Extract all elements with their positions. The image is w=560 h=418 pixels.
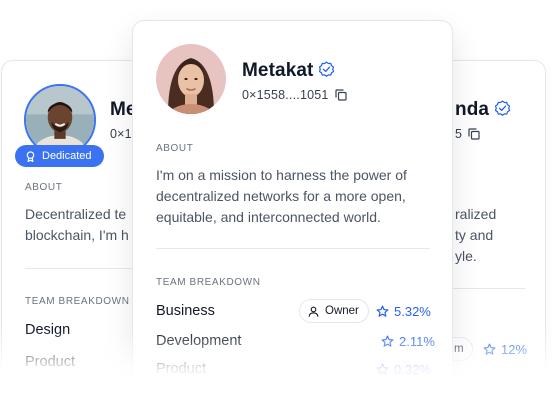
about-label-left: ABOUT: [25, 182, 63, 193]
person-photo-icon: [156, 44, 226, 114]
profile-name-metakat: Metakat: [242, 60, 335, 82]
profile-name-text: Metakat: [242, 60, 314, 81]
person-photo-icon: [26, 86, 94, 154]
team-label-left: TEAM BREAKDOWN: [25, 296, 130, 307]
wallet-address-left: 0×1: [110, 127, 132, 141]
user-icon: [308, 306, 319, 317]
about-label: ABOUT: [156, 143, 194, 154]
owner-role-label: Owner: [325, 305, 359, 317]
team-item-design: Design: [25, 322, 71, 338]
percent-value: 2.11%: [399, 334, 435, 349]
wallet-address-text: 0×1558....1051: [242, 88, 329, 102]
team-item-product: Product: [25, 354, 75, 370]
verified-badge-icon: [319, 61, 335, 77]
about-line: ralized: [455, 206, 497, 222]
copy-icon[interactable]: [334, 89, 347, 101]
percent-business: 5.32%: [376, 304, 431, 319]
team-breakdown-label: TEAM BREAKDOWN: [156, 277, 261, 288]
wallet-address-right: 5: [455, 127, 480, 141]
role-pill-right-label: m: [454, 343, 464, 355]
divider-right: [453, 288, 525, 289]
team-row-development: Development: [156, 333, 242, 349]
about-line: equitable, and interconnected world.: [156, 209, 381, 225]
dedicated-badge-label: Dedicated: [42, 150, 92, 162]
copy-icon[interactable]: [468, 128, 480, 140]
percent-value: 0.32%: [394, 362, 431, 377]
about-text-right: ralized ty and yle.: [455, 204, 496, 267]
team-row-business: Business: [156, 303, 215, 319]
wallet-address-right-text: 5: [455, 127, 463, 141]
verified-badge-icon: [494, 100, 511, 116]
star-icon: [381, 335, 394, 347]
profile-name-right: nda: [455, 99, 511, 121]
wallet-address-metakat: 0×1558....1051: [242, 88, 347, 102]
star-icon: [483, 343, 496, 355]
about-text: I'm on a mission to harness the power of…: [156, 165, 441, 228]
about-line: ty and: [455, 227, 494, 243]
profile-card-metakat[interactable]: Metakat 0×1558....1051 ABOUT I'm on a mi…: [132, 20, 453, 418]
percent-value: 5.32%: [394, 304, 431, 319]
star-icon: [376, 363, 389, 375]
percent-product: 0.32%: [376, 362, 431, 377]
about-line: decentralized networks for a more open,: [156, 188, 406, 204]
award-icon: [26, 150, 35, 162]
divider: [156, 248, 430, 249]
percent-right-value: 12%: [501, 342, 528, 357]
dedicated-badge: Dedicated: [15, 145, 104, 167]
avatar-metakat: [156, 44, 226, 114]
profile-name-right-text: nda: [455, 99, 490, 120]
percent-right: 12%: [483, 342, 527, 357]
team-row-product: Product: [156, 361, 206, 377]
about-line: I'm on a mission to harness the power of: [156, 167, 407, 183]
percent-development: 2.11%: [381, 334, 435, 349]
owner-role-pill: Owner: [299, 299, 369, 323]
star-icon: [376, 305, 389, 317]
about-line: yle.: [455, 248, 477, 264]
